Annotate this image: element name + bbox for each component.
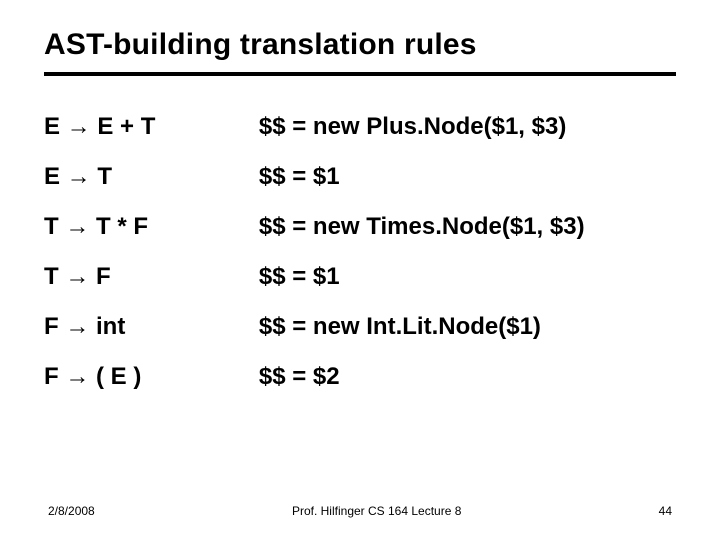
footer-date: 2/8/2008 — [48, 504, 95, 518]
production-cell: F → ( E ) — [44, 352, 259, 402]
rules-table: E → E + T $$ = new Plus.Node($1, $3) E →… — [44, 102, 676, 402]
action-cell: $$ = $2 — [259, 352, 676, 402]
production-cell: E → T — [44, 152, 259, 202]
action-cell: $$ = new Int.Lit.Node($1) — [259, 302, 676, 352]
slide: AST-building translation rules E → E + T… — [0, 0, 720, 540]
table-row: E → E + T $$ = new Plus.Node($1, $3) — [44, 102, 676, 152]
production-cell: T → T * F — [44, 202, 259, 252]
production-cell: F → int — [44, 302, 259, 352]
production-cell: E → E + T — [44, 102, 259, 152]
slide-title: AST-building translation rules — [44, 28, 676, 62]
table-row: F → int $$ = new Int.Lit.Node($1) — [44, 302, 676, 352]
footer-page-number: 44 — [659, 504, 672, 518]
table-row: E → T $$ = $1 — [44, 152, 676, 202]
table-row: T → F $$ = $1 — [44, 252, 676, 302]
production-cell: T → F — [44, 252, 259, 302]
action-cell: $$ = new Times.Node($1, $3) — [259, 202, 676, 252]
action-cell: $$ = $1 — [259, 252, 676, 302]
action-cell: $$ = $1 — [259, 152, 676, 202]
table-row: T → T * F $$ = new Times.Node($1, $3) — [44, 202, 676, 252]
footer: 2/8/2008 44 Prof. Hilfinger CS 164 Lectu… — [0, 504, 720, 518]
footer-center: Prof. Hilfinger CS 164 Lecture 8 — [48, 504, 672, 518]
title-underline — [44, 72, 676, 76]
action-cell: $$ = new Plus.Node($1, $3) — [259, 102, 676, 152]
table-row: F → ( E ) $$ = $2 — [44, 352, 676, 402]
